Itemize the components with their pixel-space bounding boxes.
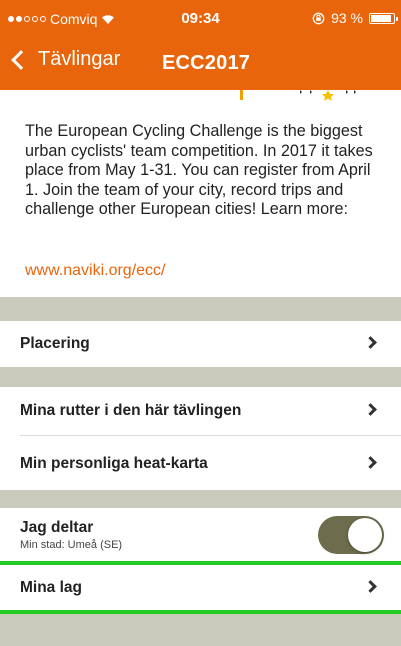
rotation-lock-icon — [312, 12, 325, 24]
back-label: Tävlingar — [38, 48, 121, 70]
chevron-right-icon — [364, 456, 377, 469]
bottom-separator — [0, 614, 401, 646]
back-button[interactable]: Tävlingar — [8, 48, 120, 71]
battery-icon — [369, 12, 398, 24]
section-separator — [0, 367, 401, 387]
battery-info: 93 % — [312, 10, 398, 26]
description-text: The European Cycling Challenge is the bi… — [25, 122, 373, 218]
page-title: ECC2017 — [162, 52, 251, 74]
min-stad-label: Min stad: Umeå (SE) — [20, 539, 123, 551]
mina-lag-label: Mina lag — [20, 579, 83, 596]
chevron-right-icon — [364, 403, 377, 416]
banner-graphic — [240, 90, 356, 101]
battery-percent: 93 % — [331, 10, 363, 26]
placering-row[interactable]: Placering — [0, 321, 401, 367]
heat-karta-label: Min personliga heat-karta — [20, 455, 208, 472]
section-separator — [0, 490, 401, 508]
mina-lag-row[interactable]: Mina lag — [0, 565, 401, 610]
nav-bar: Tävlingar ECC2017 — [0, 44, 401, 88]
chevron-right-icon — [364, 580, 377, 593]
header: Comviq 09:34 93 % Tävlingar ECC2017 — [0, 0, 401, 90]
placering-label: Placering — [20, 335, 90, 352]
jag-deltar-row: Jag deltar Min stad: Umeå (SE) — [0, 508, 401, 561]
section-separator — [0, 297, 401, 321]
jag-deltar-label: Jag deltar — [20, 519, 94, 536]
heat-karta-row[interactable]: Min personliga heat-karta — [0, 436, 401, 490]
toggle-knob — [348, 518, 382, 552]
ecc-link[interactable]: www.naviki.org/ecc/ — [25, 262, 166, 280]
participate-toggle[interactable] — [318, 516, 384, 554]
chevron-left-icon — [11, 49, 31, 70]
mina-rutter-row[interactable]: Mina rutter i den här tävlingen — [0, 387, 401, 435]
chevron-right-icon — [364, 336, 377, 349]
mina-rutter-label: Mina rutter i den här tävlingen — [20, 402, 242, 419]
status-bar: Comviq 09:34 93 % — [0, 0, 401, 36]
